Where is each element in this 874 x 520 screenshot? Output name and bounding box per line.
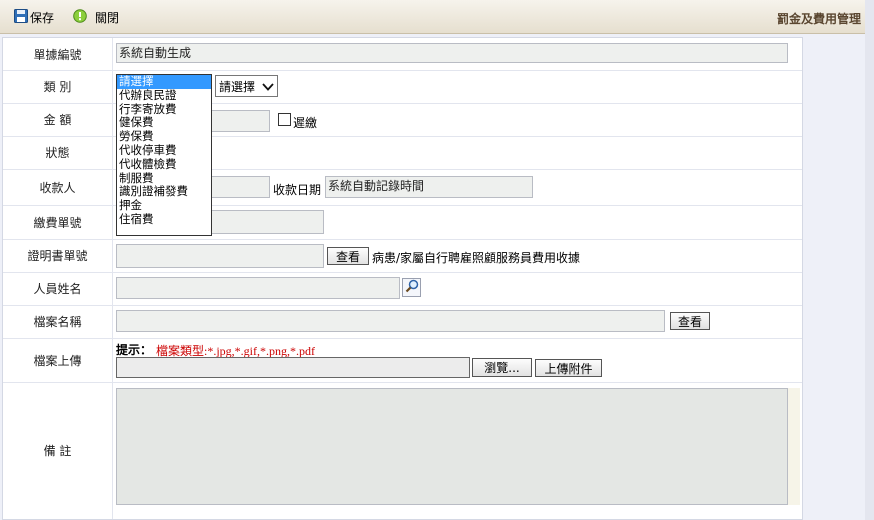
page-title: 罰金及費用管理 (776, 12, 861, 26)
person-name-label: 人員姓名 (3, 272, 113, 305)
magnifier-icon (405, 279, 419, 296)
save-button[interactable]: 保存 (14, 8, 55, 26)
chevron-down-icon (262, 81, 274, 95)
remark-scrollbar[interactable] (788, 388, 800, 505)
payee-label: 收款人 (3, 169, 113, 205)
file-view-button[interactable]: 查看 (670, 312, 710, 330)
category-option[interactable]: 代辦良民證 (117, 88, 211, 103)
close-label: 關閉 (95, 10, 120, 25)
late-label: 遲繳 (293, 116, 318, 130)
subcategory-select[interactable]: 請選擇 (215, 75, 278, 97)
category-option[interactable]: 識別證補發費 (117, 185, 211, 199)
category-option[interactable]: 代收停車費 (117, 143, 211, 158)
cert-view-button[interactable]: 查看 (327, 247, 369, 265)
amount-label: 金 額 (3, 103, 113, 136)
category-label: 類 別 (3, 70, 113, 103)
category-option[interactable]: 制服費 (117, 171, 211, 186)
doc-no-label: 單據編號 (3, 38, 113, 70)
category-option[interactable]: 請選擇 (117, 74, 211, 89)
row-person-name: 人員姓名 (3, 272, 802, 306)
hint-label: 提示： (116, 343, 153, 357)
category-option[interactable]: 勞保費 (117, 129, 211, 144)
category-option[interactable]: 代收體檢費 (117, 157, 211, 172)
row-file-upload: 檔案上傳 提示： 檔案類型:*.jpg,*.gif,*.png,*.pdf 瀏覽… (3, 338, 802, 383)
category-dropdown-list[interactable]: 請選擇 代辦良民證 行李寄放費 健保費 勞保費 代收停車費 代收體檢費 制服費 識別證補發費 押金… (116, 74, 212, 236)
late-checkbox[interactable] (278, 113, 291, 126)
save-icon (14, 8, 28, 26)
remark-textarea[interactable] (116, 388, 788, 505)
category-option[interactable]: 行李寄放費 (117, 102, 211, 117)
row-doc-no: 單據編號 系統自動生成 (3, 38, 802, 71)
subcategory-select-value: 請選擇 (219, 79, 256, 94)
date-label: 收款日期 (273, 183, 322, 197)
save-label: 保存 (30, 10, 55, 25)
person-search-button[interactable] (402, 278, 421, 297)
file-upload-label: 檔案上傳 (3, 338, 113, 382)
row-file-name: 檔案名稱 查看 (3, 305, 802, 339)
cert-no-field[interactable] (116, 244, 324, 268)
person-name-field[interactable] (116, 277, 400, 299)
payment-no-label: 繳費單號 (3, 205, 113, 239)
upload-attachment-button[interactable]: 上傳附件 (535, 359, 602, 377)
browse-button[interactable]: 瀏覽... (472, 358, 532, 377)
category-option[interactable]: 押金 (117, 198, 211, 213)
toolbar: 保存 關閉 罰金及費用管理 (0, 0, 865, 34)
doc-no-field: 系統自動生成 (116, 43, 788, 63)
category-option[interactable]: 住宿費 (117, 212, 211, 227)
file-name-field[interactable] (116, 310, 665, 332)
file-name-label: 檔案名稱 (3, 305, 113, 338)
category-option[interactable]: 健保費 (117, 116, 211, 130)
upload-path-field[interactable] (116, 357, 470, 378)
row-remark: 備 註 (3, 382, 802, 519)
cert-no-label: 證明書單號 (3, 239, 113, 272)
remark-label: 備 註 (3, 382, 113, 519)
date-field: 系統自動記錄時間 (325, 176, 533, 198)
cert-note: 病患/家屬自行聘雇照顧服務員費用收據 (372, 251, 581, 265)
right-scroll-area (865, 0, 874, 520)
close-icon (73, 8, 87, 26)
status-label: 狀態 (3, 136, 113, 169)
close-button[interactable]: 關閉 (73, 8, 120, 26)
row-cert-no: 證明書單號 查看 病患/家屬自行聘雇照顧服務員費用收據 (3, 239, 802, 273)
